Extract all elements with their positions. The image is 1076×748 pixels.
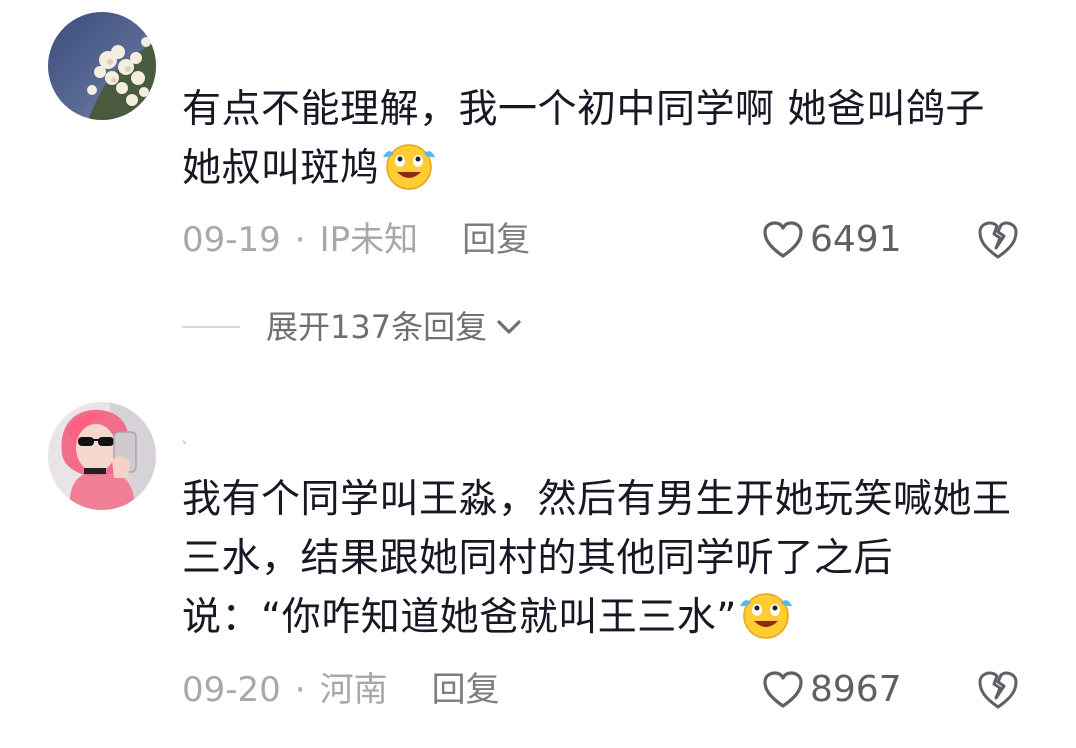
broken-heart-icon bbox=[978, 671, 1018, 709]
comment-text: 有点不能理解，我一个初中同学啊 她爸叫鸽子 她叔叫斑鸠 bbox=[182, 80, 1032, 198]
comment-date: 09-19 bbox=[182, 220, 281, 260]
reply-button[interactable]: 回复 bbox=[462, 218, 530, 262]
comment-meta: 09-20 · 河南 回复 bbox=[182, 668, 500, 712]
username[interactable]: 、 bbox=[182, 432, 194, 446]
comment-date: 09-20 bbox=[182, 670, 281, 710]
divider-line bbox=[182, 326, 240, 328]
like-button[interactable]: 6491 bbox=[762, 218, 902, 262]
like-count: 8967 bbox=[810, 669, 902, 710]
like-button[interactable]: 8967 bbox=[762, 668, 902, 712]
dislike-button[interactable] bbox=[976, 218, 1020, 262]
comment-text-content: 有点不能理解，我一个初中同学啊 她爸叫鸽子 她叔叫斑鸠 bbox=[182, 87, 985, 191]
expand-replies-button[interactable]: 展开137条回复 bbox=[182, 305, 523, 349]
comment-location: 河南 bbox=[319, 670, 388, 710]
broken-heart-icon bbox=[978, 221, 1018, 259]
expand-replies-label: 展开137条回复 bbox=[266, 308, 488, 346]
crying-laughing-emoji-icon bbox=[737, 588, 795, 640]
comment-location: IP未知 bbox=[319, 220, 419, 260]
like-count: 6491 bbox=[810, 219, 902, 260]
avatar[interactable] bbox=[48, 402, 156, 510]
reply-button[interactable]: 回复 bbox=[432, 668, 500, 712]
comment-text-content: 我有个同学叫王淼，然后有男生开她玩笑喊她王三水，结果跟她同村的其他同学听了之后说… bbox=[182, 477, 1012, 640]
heart-icon bbox=[763, 671, 803, 708]
comment-item: 有点不能理解，我一个初中同学啊 她爸叫鸽子 她叔叫斑鸠 09-19 · IP未知 回复… bbox=[0, 0, 1076, 390]
meta-separator: · bbox=[294, 670, 306, 710]
comment-meta: 09-19 · IP未知 回复 bbox=[182, 218, 530, 262]
dislike-button[interactable] bbox=[976, 668, 1020, 712]
heart-icon bbox=[763, 221, 803, 258]
comment-item: 、 我有个同学叫王淼，然后有男生开她玩笑喊她王三水，结果跟她同村的其他同学听了之… bbox=[0, 390, 1076, 748]
comment-text: 我有个同学叫王淼，然后有男生开她玩笑喊她王三水，结果跟她同村的其他同学听了之后说… bbox=[182, 470, 1032, 647]
crying-laughing-emoji-icon bbox=[380, 139, 438, 191]
meta-separator: · bbox=[294, 220, 306, 260]
chevron-down-icon bbox=[497, 320, 521, 334]
avatar[interactable] bbox=[48, 12, 156, 120]
